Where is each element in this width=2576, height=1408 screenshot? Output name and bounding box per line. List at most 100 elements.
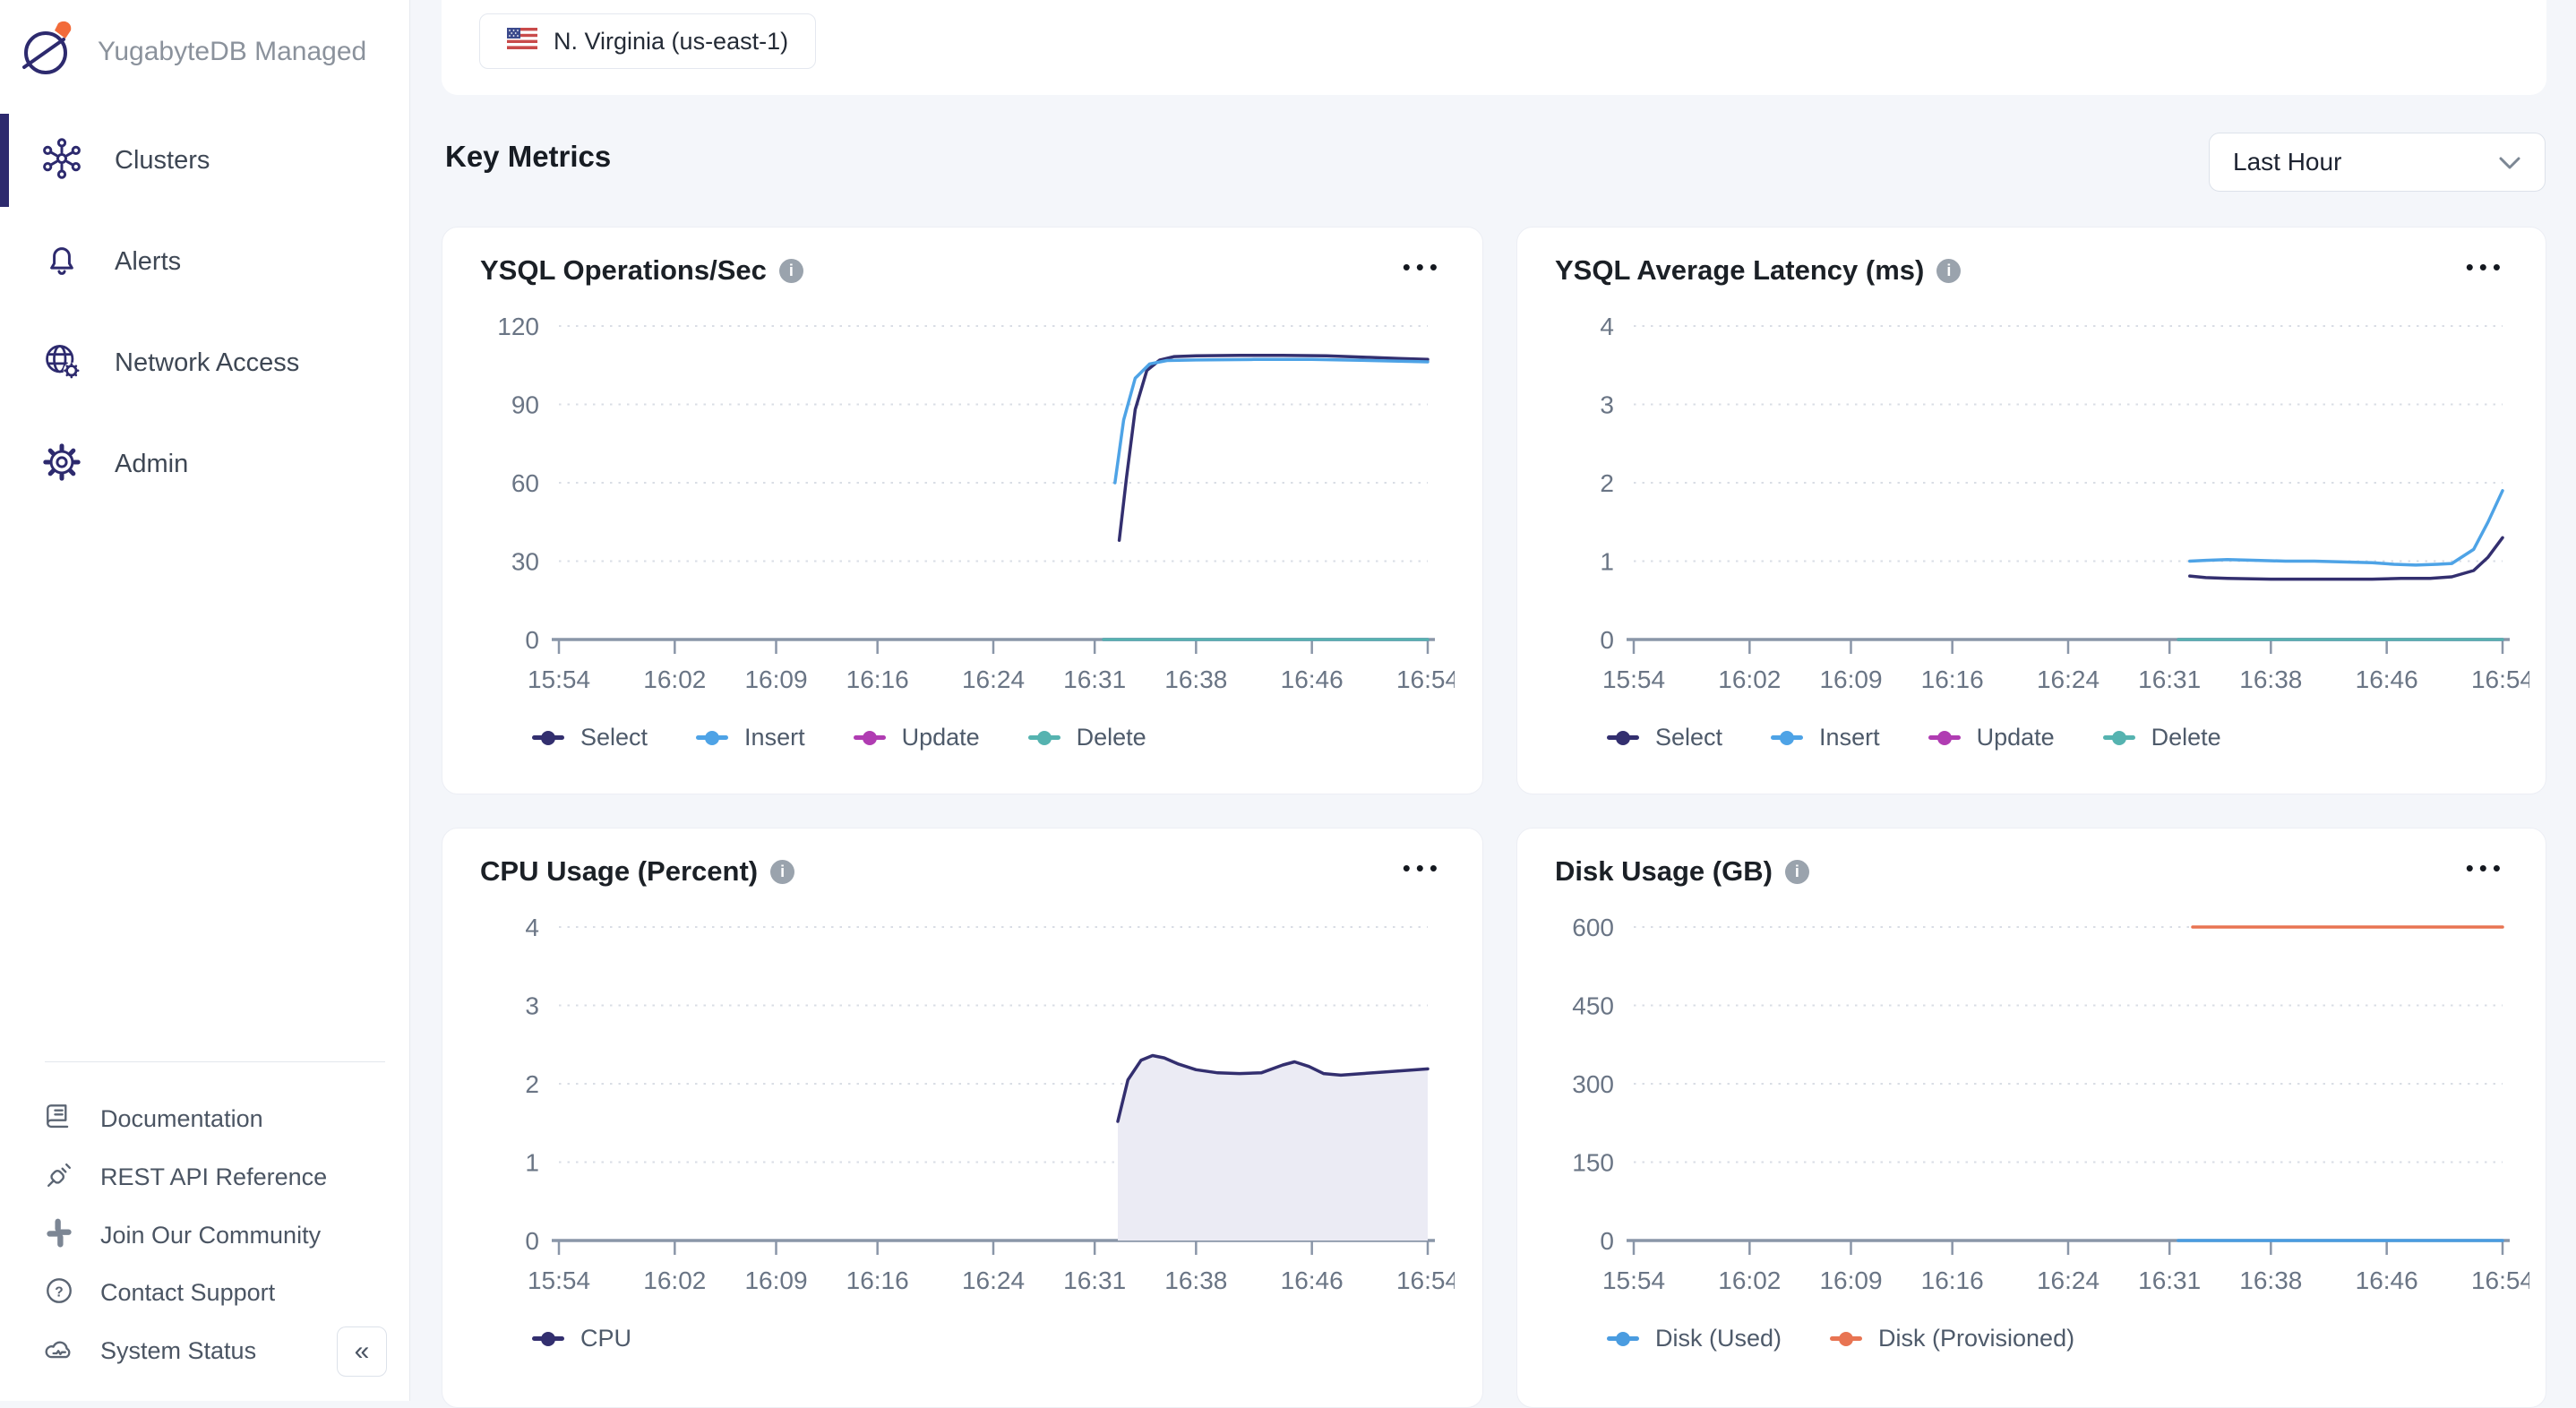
chart-card-ysql-operations: YSQL Operations/Sec i ••• 030609012015:5… — [442, 227, 1483, 794]
legend-item[interactable]: Select — [532, 724, 648, 751]
network-globe-gear-icon — [39, 339, 84, 388]
legend-marker-icon — [1607, 735, 1639, 740]
svg-text:16:02: 16:02 — [1718, 665, 1781, 693]
sidebar-item-label: Documentation — [100, 1105, 263, 1133]
info-icon[interactable]: i — [779, 259, 803, 283]
legend-marker-icon — [1607, 1336, 1639, 1341]
svg-text:2: 2 — [1600, 469, 1614, 497]
svg-text:600: 600 — [1572, 914, 1614, 941]
sidebar-item-documentation[interactable]: Documentation — [0, 1094, 376, 1144]
legend-item[interactable]: Insert — [696, 724, 805, 751]
chart-legend: Select Insert Update Delete — [1607, 724, 2546, 751]
ysql-latency-chart: 0123415:5416:0216:0916:1616:2416:3116:38… — [1517, 299, 2529, 711]
system-status-cloud-icon — [41, 1331, 77, 1371]
svg-text:1: 1 — [525, 1149, 539, 1177]
legend-label: Insert — [1819, 724, 1880, 751]
svg-text:1: 1 — [1600, 548, 1614, 576]
svg-text:450: 450 — [1572, 992, 1614, 1020]
info-icon[interactable]: i — [1936, 259, 1961, 283]
svg-text:16:09: 16:09 — [1819, 1266, 1882, 1294]
more-options-icon[interactable]: ••• — [1403, 255, 1443, 286]
svg-text:16:24: 16:24 — [962, 665, 1025, 693]
legend-item[interactable]: Update — [854, 724, 980, 751]
sidebar-item-admin[interactable]: Admin — [0, 414, 410, 514]
legend-item[interactable]: Select — [1607, 724, 1722, 751]
legend-item[interactable]: CPU — [532, 1325, 631, 1352]
sidebar-item-system-status[interactable]: System Status — [0, 1326, 376, 1376]
svg-text:16:54: 16:54 — [2471, 665, 2529, 693]
sidebar-item-rest-api-reference[interactable]: REST API Reference — [0, 1152, 376, 1202]
more-options-icon[interactable]: ••• — [2466, 856, 2506, 887]
svg-text:16:54: 16:54 — [2471, 1266, 2529, 1294]
sidebar-item-alerts[interactable]: Alerts — [0, 211, 410, 312]
topbar: N. Virginia (us-east-1) — [442, 0, 2546, 95]
collapse-chevrons-icon: « — [355, 1336, 370, 1367]
legend-label: Select — [1655, 724, 1722, 751]
us-flag-icon — [507, 28, 537, 56]
slack-community-icon — [41, 1215, 77, 1256]
more-options-icon[interactable]: ••• — [2466, 255, 2506, 286]
legend-marker-icon — [1830, 1336, 1862, 1341]
time-range-value: Last Hour — [2233, 148, 2341, 176]
svg-text:16:38: 16:38 — [2239, 1266, 2302, 1294]
svg-text:16:38: 16:38 — [1164, 665, 1227, 693]
svg-text:16:09: 16:09 — [1819, 665, 1882, 693]
svg-text:16:24: 16:24 — [2037, 665, 2099, 693]
legend-label: Select — [580, 724, 648, 751]
sidebar-item-label: Network Access — [115, 348, 299, 378]
region-chip[interactable]: N. Virginia (us-east-1) — [479, 13, 816, 69]
sidebar-item-label: Clusters — [115, 146, 210, 176]
sidebar-item-label: System Status — [100, 1337, 256, 1365]
sidebar-item-network-access[interactable]: Network Access — [0, 313, 410, 413]
legend-marker-icon — [854, 735, 886, 740]
svg-text:3: 3 — [1600, 391, 1614, 419]
legend-item[interactable]: Delete — [2103, 724, 2221, 751]
legend-item[interactable]: Delete — [1028, 724, 1146, 751]
chart-legend: CPU — [532, 1325, 1482, 1352]
svg-text:120: 120 — [497, 313, 539, 340]
svg-text:0: 0 — [1600, 626, 1614, 654]
info-icon[interactable]: i — [770, 860, 794, 884]
sidebar-collapse-button[interactable]: « — [337, 1326, 387, 1377]
svg-text:16:31: 16:31 — [2138, 1266, 2201, 1294]
svg-text:0: 0 — [1600, 1227, 1614, 1255]
sidebar-item-contact-support[interactable]: ? Contact Support — [0, 1267, 376, 1318]
more-options-icon[interactable]: ••• — [1403, 856, 1443, 887]
legend-label: Disk (Used) — [1655, 1325, 1782, 1352]
info-icon[interactable]: i — [1785, 860, 1809, 884]
chart-card-disk-usage: Disk Usage (GB) i ••• 015030045060015:54… — [1516, 828, 2546, 1408]
svg-text:16:02: 16:02 — [1718, 1266, 1781, 1294]
legend-item[interactable]: Insert — [1771, 724, 1880, 751]
svg-text:0: 0 — [525, 626, 539, 654]
svg-text:16:09: 16:09 — [744, 1266, 807, 1294]
sidebar-item-clusters[interactable]: Clusters — [0, 110, 410, 210]
sidebar-item-label: Admin — [115, 450, 188, 479]
brand[interactable]: YugabyteDB Managed — [13, 16, 399, 88]
legend-label: Update — [1977, 724, 2055, 751]
yugabyte-logo-icon — [13, 15, 82, 90]
sidebar-item-label: Contact Support — [100, 1279, 275, 1307]
svg-text:16:16: 16:16 — [846, 665, 909, 693]
time-range-select[interactable]: Last Hour — [2209, 133, 2546, 192]
legend-marker-icon — [1928, 735, 1961, 740]
legend-item[interactable]: Update — [1928, 724, 2055, 751]
legend-marker-icon — [1028, 735, 1060, 740]
admin-gear-icon — [39, 440, 84, 489]
sidebar-item-label: Alerts — [115, 247, 181, 277]
svg-text:16:54: 16:54 — [1396, 665, 1455, 693]
svg-text:15:54: 15:54 — [528, 1266, 590, 1294]
page-title: Key Metrics — [445, 140, 611, 174]
legend-marker-icon — [2103, 735, 2135, 740]
sidebar-item-join-our-community[interactable]: Join Our Community — [0, 1210, 376, 1260]
ysql-operations-chart: 030609012015:5416:0216:0916:1616:2416:31… — [442, 299, 1455, 711]
svg-text:16:38: 16:38 — [1164, 1266, 1227, 1294]
legend-item[interactable]: Disk (Used) — [1607, 1325, 1782, 1352]
legend-marker-icon — [532, 735, 564, 740]
legend-item[interactable]: Disk (Provisioned) — [1830, 1325, 2074, 1352]
svg-text:16:09: 16:09 — [744, 665, 807, 693]
svg-text:150: 150 — [1572, 1149, 1614, 1177]
svg-text:16:02: 16:02 — [643, 665, 706, 693]
svg-text:4: 4 — [525, 914, 539, 941]
svg-text:15:54: 15:54 — [1602, 665, 1665, 693]
chart-title: Disk Usage (GB) — [1555, 855, 1773, 888]
